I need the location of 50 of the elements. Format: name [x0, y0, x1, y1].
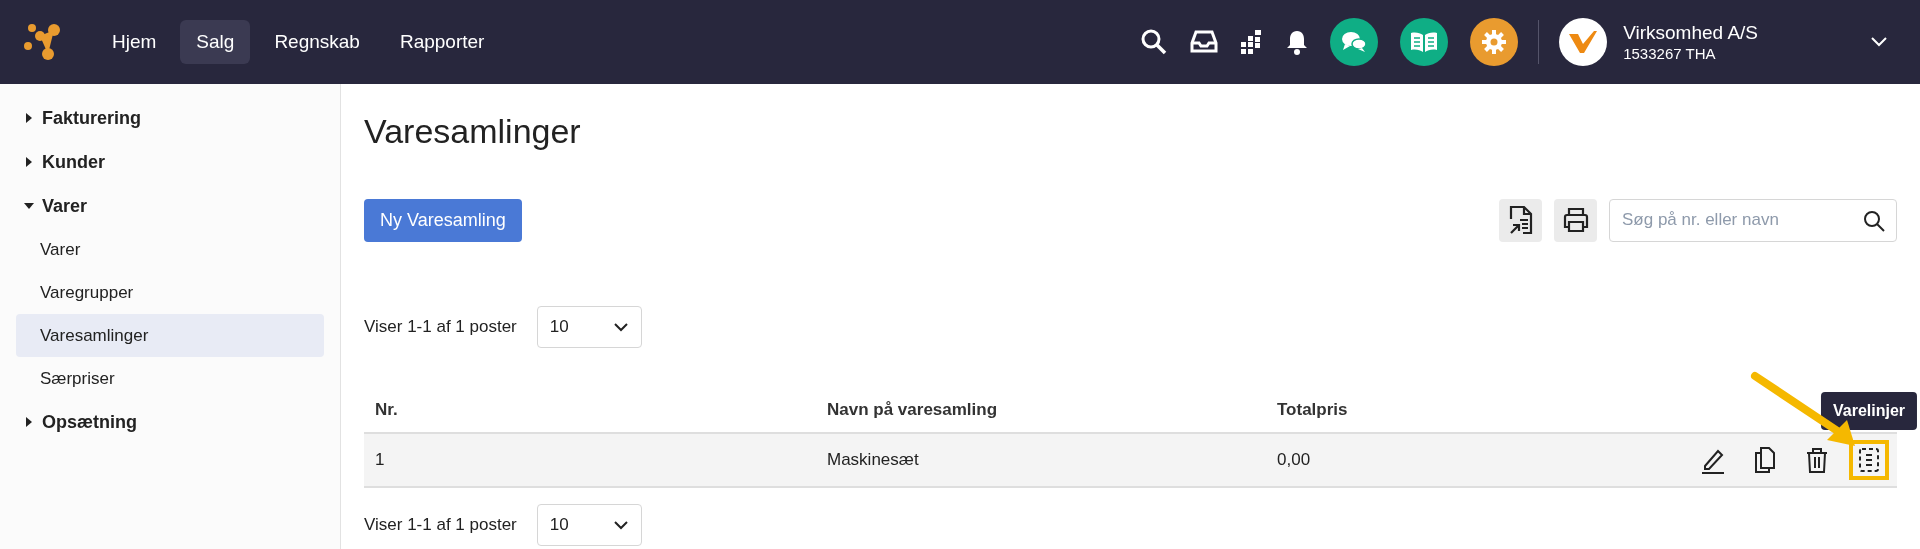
sidebar-section[interactable]: Varer [16, 184, 88, 228]
table-cell: 1 [375, 449, 385, 469]
company-avatar [1559, 18, 1608, 66]
caret-down-icon [24, 201, 34, 211]
sidebar-item[interactable]: Særpriser [16, 357, 324, 400]
nav-tab[interactable]: Regnskab [258, 20, 376, 64]
trash-icon [1806, 445, 1828, 474]
sidebar-item[interactable]: Varesamlinger [16, 314, 324, 357]
sidebar-section[interactable]: Fakturering [16, 96, 142, 140]
page-title: Varesamlinger [364, 111, 582, 152]
search-icon [1863, 209, 1885, 232]
column-header: Navn på varesamling [827, 399, 998, 419]
chat-icon[interactable] [1330, 18, 1379, 66]
search-icon[interactable] [1140, 28, 1169, 56]
sidebar-item[interactable]: Varer [16, 228, 324, 271]
caret-right-icon [24, 113, 34, 123]
sidebar-section[interactable]: Opsætning [16, 400, 137, 444]
chevron-down-icon [612, 321, 629, 332]
new-collection-button[interactable]: Ny Varesamling [364, 198, 522, 242]
column-header: Nr. [375, 399, 398, 419]
table-cell: 0,00 [1277, 449, 1311, 469]
chevron-down-icon[interactable] [1870, 36, 1888, 48]
inbox-icon[interactable] [1190, 29, 1219, 55]
bell-icon[interactable] [1286, 29, 1309, 55]
page-size-select[interactable]: 10 [536, 305, 642, 348]
printer-icon [1561, 207, 1590, 233]
caret-right-icon [24, 417, 34, 427]
export-document-icon [1507, 205, 1534, 235]
tooltip: Varelinjer [1821, 391, 1917, 430]
sidebar-item[interactable]: Varegrupper [16, 271, 324, 314]
print-button[interactable] [1554, 198, 1597, 242]
settings-icon[interactable] [1470, 18, 1519, 66]
company-id: 1533267 THA [1623, 44, 1717, 64]
chevron-down-icon [612, 519, 629, 530]
company-name: Virksomhed A/S [1623, 20, 1758, 45]
nav-tab[interactable]: Salg [180, 20, 251, 64]
search-field[interactable]: Søg på nr. eller navn [1609, 198, 1897, 242]
table-cell: Maskinesæt [827, 449, 919, 469]
caret-right-icon [24, 157, 34, 167]
list-icon [1857, 445, 1881, 474]
book-icon[interactable] [1400, 18, 1449, 66]
copy-icon [1754, 445, 1776, 474]
pager-text: Viser 1-1 af 1 poster [364, 315, 517, 338]
nav-tab[interactable]: Hjem [96, 20, 173, 64]
pager-text: Viser 1-1 af 1 poster [364, 513, 517, 536]
sidebar-section[interactable]: Kunder [16, 140, 105, 184]
nav-tab[interactable]: Rapporter [383, 20, 501, 64]
column-header: Totalpris [1277, 399, 1348, 419]
page-size-select[interactable]: 10 [536, 503, 642, 546]
export-button[interactable] [1499, 198, 1542, 242]
